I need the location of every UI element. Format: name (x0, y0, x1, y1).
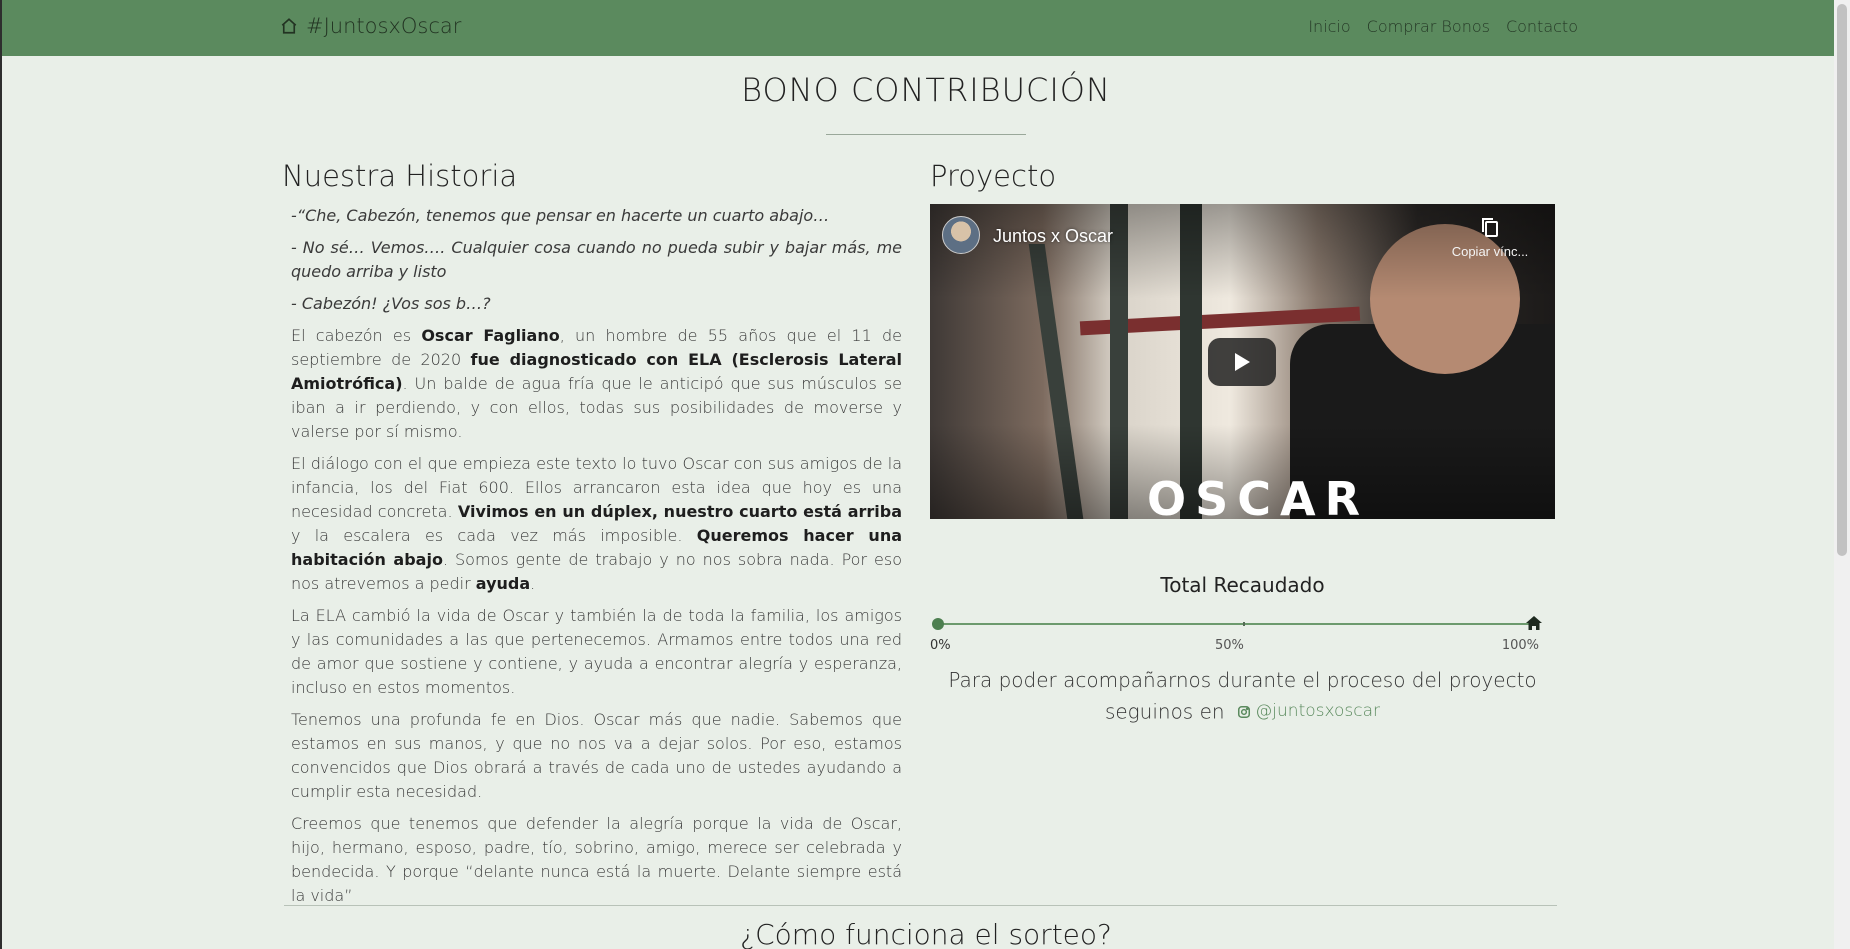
raffle-heading: ¿Cómo funciona el sorteo? (740, 918, 1112, 949)
progress-marker (932, 618, 944, 630)
project-section: Proyecto Juntos x Oscar Copiar vínc... O… (930, 158, 1555, 728)
play-icon (1235, 353, 1250, 371)
play-button[interactable] (1208, 338, 1276, 386)
story-paragraph-2: El diálogo con el que empieza este texto… (291, 454, 903, 593)
home-icon (281, 18, 297, 34)
top-navbar: #JuntosxOscar Inicio Comprar Bonos Conta… (2, 0, 1850, 56)
project-heading: Proyecto (930, 159, 1057, 193)
dialog-line: - Cabezón! ¿Vos sos b…? (291, 294, 491, 313)
brand-text: #JuntosxOscar (306, 14, 462, 38)
copy-link-label: Copiar vínc... (1451, 244, 1529, 259)
dialog-line: -“Che, Cabezón, tenemos que pensar en ha… (291, 206, 830, 225)
brand-link[interactable]: #JuntosxOscar (280, 14, 461, 38)
nav-links: Inicio Comprar Bonos Contacto (1308, 17, 1578, 36)
story-paragraph-3: La ELA cambió la vida de Oscar y también… (291, 606, 902, 697)
nav-comprar-bonos[interactable]: Comprar Bonos (1367, 17, 1490, 36)
fundraising-progress: 0% 50% 100% (930, 611, 1555, 661)
story-section: Nuestra Historia -“Che, Cabezón, tenemos… (282, 158, 902, 916)
progress-label-100: 100% (1501, 638, 1539, 653)
copy-link-button[interactable]: Copiar vínc... (1445, 216, 1535, 259)
video-player[interactable]: Juntos x Oscar Copiar vínc... OSCAR (930, 204, 1555, 519)
nav-inicio[interactable]: Inicio (1308, 17, 1350, 36)
story-text: -“Che, Cabezón, tenemos que pensar en ha… (282, 204, 902, 908)
story-heading: Nuestra Historia (282, 159, 518, 193)
scrollbar-thumb[interactable] (1837, 4, 1847, 556)
channel-avatar[interactable] (942, 216, 980, 254)
title-divider (826, 134, 1026, 135)
page-title: BONO CONTRIBUCIÓN (741, 71, 1111, 109)
section-divider (284, 905, 1557, 906)
home-goal-icon (1526, 616, 1542, 630)
dialog-line: - No sé… Vemos…. Cualquier cosa cuando n… (291, 238, 902, 281)
video-overlay-text: OSCAR (1147, 472, 1370, 519)
follow-text: Para poder acompañarnos durante el proce… (930, 665, 1555, 728)
total-raised-title: Total Recaudado (1160, 573, 1325, 597)
progress-label-50: 50% (1215, 638, 1244, 653)
video-title[interactable]: Juntos x Oscar (993, 226, 1113, 247)
nav-contacto[interactable]: Contacto (1506, 17, 1578, 36)
instagram-icon (1238, 705, 1251, 718)
copy-icon (1482, 218, 1498, 237)
story-paragraph-5: Creemos que tenemos que defender la aleg… (291, 814, 902, 905)
progress-midpoint (1242, 622, 1245, 626)
story-paragraph-4: Tenemos una profunda fe en Dios. Oscar m… (291, 710, 902, 801)
story-paragraph-1: El cabezón es Oscar Fagliano, un hombre … (291, 326, 903, 441)
progress-track (938, 623, 1539, 625)
instagram-link[interactable]: @juntosxoscar (1237, 696, 1380, 727)
progress-label-0: 0% (930, 638, 951, 653)
page-scrollbar[interactable] (1834, 0, 1850, 949)
